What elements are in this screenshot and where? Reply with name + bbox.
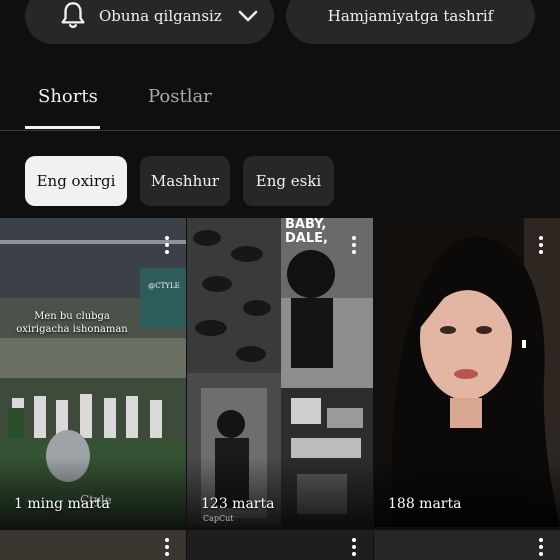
tabs-divider — [0, 130, 560, 131]
sort-chips: Eng oxirgi Mashhur Eng eski — [0, 156, 560, 206]
short-thumbnail[interactable]: BABY, DALE, CapCut 123 marta — [187, 218, 373, 527]
short-thumbnail[interactable]: @CTYLE Men bu clubga oxirigacha ishonama… — [0, 218, 186, 527]
subscribed-button[interactable]: Obuna qilgansiz — [25, 0, 274, 44]
thumbnail-shade — [374, 457, 560, 527]
community-button[interactable]: Hamjamiyatga tashrif — [286, 0, 535, 44]
chevron-down-icon — [238, 10, 257, 22]
thumbnail-shade — [0, 457, 186, 527]
channel-actions: Obuna qilgansiz Hamjamiyatga tashrif — [0, 0, 560, 44]
watermark: CapCut — [203, 514, 234, 523]
more-options-icon[interactable] — [164, 236, 170, 256]
active-tab-indicator — [25, 126, 100, 129]
subscribed-label: Obuna qilgansiz — [99, 7, 222, 25]
more-options-icon[interactable] — [351, 236, 357, 256]
channel-tabs: Shorts Postlar — [0, 76, 560, 132]
chip-oldest[interactable]: Eng eski — [243, 156, 334, 206]
short-thumbnail[interactable] — [187, 530, 373, 560]
shorts-grid: @CTYLE Men bu clubga oxirigacha ishonama… — [0, 218, 560, 560]
view-count: 1 ming marta — [14, 496, 110, 512]
view-count: 123 marta — [201, 496, 275, 512]
bell-icon — [61, 2, 85, 29]
tab-shorts[interactable]: Shorts — [38, 86, 98, 107]
short-overlay-text: BABY, DALE, — [285, 218, 328, 246]
chip-popular[interactable]: Mashhur — [140, 156, 230, 206]
community-label: Hamjamiyatga tashrif — [327, 7, 494, 25]
short-thumbnail[interactable] — [0, 530, 186, 560]
more-options-icon[interactable] — [351, 538, 357, 558]
short-thumbnail[interactable]: 188 marta — [374, 218, 560, 527]
instagram-tag: @CTYLE — [148, 282, 180, 290]
tab-posts[interactable]: Postlar — [148, 86, 212, 107]
view-count: 188 marta — [388, 496, 462, 512]
short-thumbnail[interactable] — [374, 530, 560, 560]
more-options-icon[interactable] — [164, 538, 170, 558]
chip-latest[interactable]: Eng oxirgi — [25, 156, 127, 206]
short-overlay-text: Men bu clubga oxirigacha ishonaman — [16, 311, 128, 335]
more-options-icon[interactable] — [538, 236, 544, 256]
more-options-icon[interactable] — [538, 538, 544, 558]
